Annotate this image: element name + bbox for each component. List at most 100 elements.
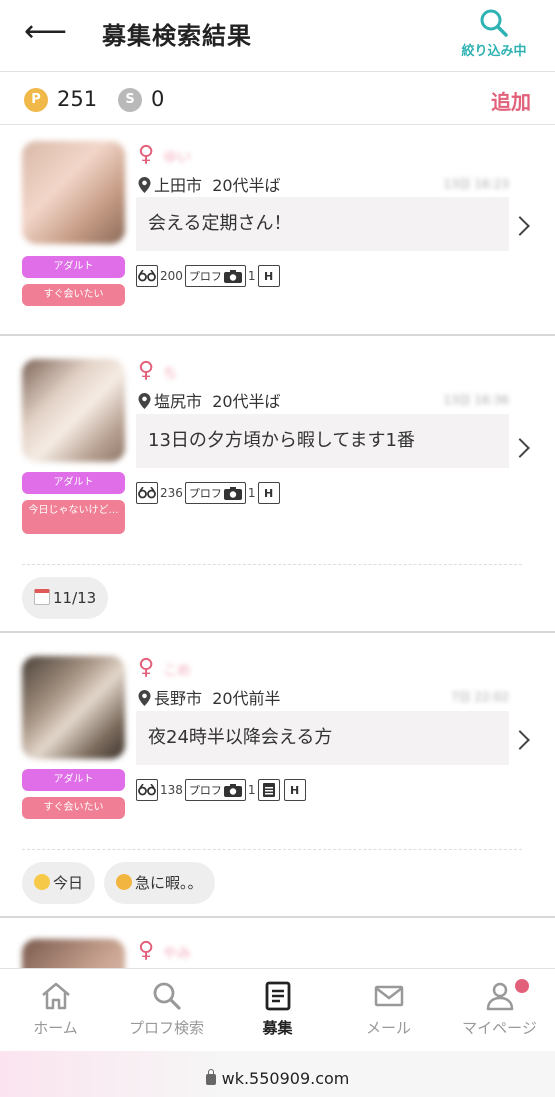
post-card[interactable]: アダルト すぐ会いたい ♀ ゆい 上田市 20代半ば 13日 16:23 会える… [0,125,555,336]
location-row: 長野市 20代前半 [138,685,281,709]
female-icon: ♀ [138,358,155,383]
nav-label: プロフ検索 [128,1019,204,1037]
notification-dot [515,979,529,993]
camera-icon [223,486,242,500]
avatar [22,359,125,462]
view-count: 200 [160,269,183,283]
tag-meet-soon: すぐ会いたい [22,797,125,819]
browser-url-bar[interactable]: wk.550909.com [0,1051,555,1097]
profile-photo-badge: プロフ [184,779,246,801]
nav-recruit[interactable]: 募集 [222,969,333,1051]
tag-adult: アダルト [22,256,125,278]
profile-photo-badge: プロフ [184,265,246,287]
tired-face-icon [116,874,132,890]
female-icon: ♀ [138,655,155,680]
chip-today[interactable]: 今日 [22,862,96,904]
h-badge-icon: H [283,779,306,801]
location-pin-icon [138,690,151,706]
location-city: 長野市 [154,689,203,708]
h-badge-icon: H [257,482,280,504]
post-meta-icons: 236 プロフ 1 H [136,481,280,505]
photo-count: 1 [247,486,256,500]
location-city: 塩尻市 [154,392,203,411]
camera-icon [223,783,242,797]
prof-label: プロフ [188,784,222,797]
female-icon: ♀ [138,142,155,167]
p-coin-icon: P [24,88,48,112]
post-card[interactable]: アダルト すぐ会いたい ♀ こめ 長野市 20代前半 7日 22:02 夜24時… [0,634,555,918]
nav-label: マイページ [462,1019,537,1037]
chevron-right-icon[interactable] [510,438,530,458]
age-range: 20代前半 [212,689,281,708]
back-arrow-icon[interactable]: ⟵ [24,14,67,50]
post-meta-icons: 200 プロフ 1 H [136,264,280,288]
list-icon [265,981,290,1011]
filter-button[interactable]: 絞り込み中 [455,6,533,66]
tag-adult: アダルト [22,472,125,494]
nav-mail[interactable]: メール [333,969,444,1051]
post-message: 13日の夕方頃から暇してます1番 [136,414,509,468]
chip-date[interactable]: 11/13 [22,577,109,619]
heart-eyes-icon [34,874,50,890]
view-count: 138 [160,783,183,797]
p-points-value: 251 [57,87,98,111]
post-message: 夜24時半以降会える方 [136,711,509,765]
chip-text: 急に暇。。 [135,874,203,892]
add-points-button[interactable]: 追加 [491,86,531,115]
nav-mypage[interactable]: マイページ [444,969,555,1051]
bottom-nav: ホーム プロフ検索 募集 メール マイページ [0,968,555,1051]
points-bar: P 251 S 0 追加 [0,73,555,125]
h-badge-icon: H [257,265,280,287]
s-points-value: 0 [151,87,165,111]
prof-label: プロフ [188,487,222,500]
photo-count: 1 [247,269,256,283]
chip-text: 今日 [53,874,84,892]
lock-icon [205,1069,216,1085]
location-pin-icon [138,177,151,193]
s-coin-icon: S [118,88,142,112]
post-message: 会える定期さん！ [136,197,509,251]
photo-count: 1 [247,783,256,797]
location-row: 上田市 20代半ば [138,172,281,196]
timestamp-blurred: 7日 22:02 [450,690,509,704]
avatar [22,656,125,759]
nickname-blurred: ゆい [163,150,191,166]
filter-label: 絞り込み中 [461,44,527,59]
nickname-blurred: ち [163,366,177,382]
timestamp-blurred: 13日 16:36 [443,393,509,407]
chip-text: 11/13 [53,589,97,607]
location-row: 塩尻市 20代半ば [138,388,281,412]
search-icon [480,9,508,37]
chevron-right-icon[interactable] [510,216,530,236]
age-range: 20代半ば [212,176,281,195]
location-pin-icon [138,393,151,409]
mail-icon [374,985,403,1007]
views-icon [136,265,158,287]
nav-home[interactable]: ホーム [0,969,111,1051]
chip-sudden-free[interactable]: 急に暇。。 [104,862,215,904]
nav-profile-search[interactable]: プロフ検索 [111,969,222,1051]
search-icon [153,982,181,1010]
divider [22,564,522,565]
nav-label: 募集 [262,1019,293,1037]
views-icon [136,779,158,801]
nickname-blurred: こめ [163,663,191,679]
user-icon [486,982,513,1011]
timestamp-blurred: 13日 16:23 [443,177,509,191]
divider [22,849,522,850]
page-title: 募集検索結果 [102,22,252,50]
tag-meet-soon: すぐ会いたい [22,284,125,306]
nav-label: メール [365,1019,411,1037]
age-range: 20代半ば [212,392,281,411]
female-icon: ♀ [138,938,155,963]
calendar-icon [34,589,50,605]
post-card[interactable]: アダルト 今日じゃないけど… ♀ ち 塩尻市 20代半ば 13日 16:36 1… [0,337,555,633]
camera-icon [223,269,242,283]
document-badge-icon [257,779,280,801]
tag-adult: アダルト [22,769,125,791]
nav-label: ホーム [33,1019,78,1037]
avatar [22,141,125,244]
url-text: wk.550909.com [221,1069,350,1088]
profile-photo-badge: プロフ [184,482,246,504]
chevron-right-icon[interactable] [510,730,530,750]
